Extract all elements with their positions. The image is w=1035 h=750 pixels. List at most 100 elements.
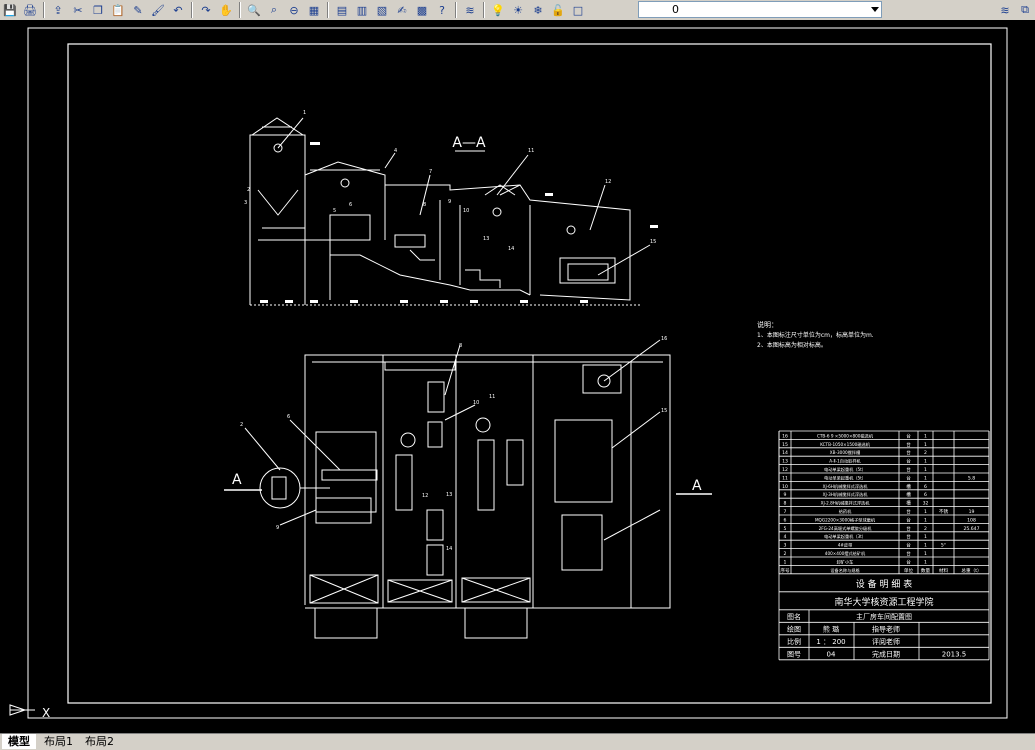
lock-icon[interactable]: 🔓 [548, 1, 568, 19]
design-center-icon[interactable]: ▤ [332, 1, 352, 19]
layer-manager-icon[interactable]: ≋ [460, 1, 480, 19]
note-2: 2、本图标高为相对标高。 [757, 341, 827, 349]
toolbar-separator [43, 2, 45, 18]
tab-layout1[interactable]: 布局1 [38, 734, 79, 749]
brush-icon[interactable]: 🖌 [148, 1, 168, 19]
table-cell: 2 [784, 551, 787, 557]
tab-model[interactable]: 模型 [2, 734, 36, 749]
table-cell: 10 [782, 484, 788, 490]
table-cell: 6 [784, 517, 787, 523]
toolbar-separator [327, 2, 329, 18]
title-block-label: 图号 [787, 650, 801, 658]
svg-text:14: 14 [508, 246, 514, 252]
drawing-svg: A—A 1 2 3 4 5 6 7 8 9 10 11 12 13 14 15 … [9, 27, 1008, 720]
table-cell: 1 [924, 517, 927, 523]
table-cell: 1 [924, 433, 927, 439]
table-cell: XJ-3H机械搅拌式浮选机 [823, 491, 869, 498]
publish-icon[interactable]: ⇪ [48, 1, 68, 19]
sun-icon[interactable]: ☀ [508, 1, 528, 19]
freeze-icon[interactable]: ❄ [528, 1, 548, 19]
svg-text:10: 10 [473, 400, 479, 406]
help-icon[interactable]: ? [432, 1, 452, 19]
redo-icon[interactable]: ↷ [196, 1, 216, 19]
zoom-realtime-icon[interactable]: 🔍 [244, 1, 264, 19]
table-cell: KCTB-1050×1500磁选机 [820, 441, 871, 448]
svg-text:11: 11 [489, 394, 495, 400]
chevron-down-icon[interactable] [871, 7, 879, 12]
table-cell: 台 [906, 558, 911, 565]
title-block-label: 指导老师 [872, 624, 900, 633]
tool-palettes-icon[interactable]: ▥ [352, 1, 372, 19]
table-cell: 单位 [904, 567, 914, 574]
tab-layout2[interactable]: 布局2 [79, 734, 120, 749]
table-cell: 电动单梁起重机（3t） [824, 533, 866, 540]
table-cell: 9 [784, 492, 787, 498]
sheetset-icon[interactable]: ▧ [372, 1, 392, 19]
toolbar-separator [239, 2, 241, 18]
toolbar-separator [483, 2, 485, 18]
notes-heading: 说明： [757, 320, 778, 329]
table-cell: 台 [906, 458, 911, 465]
table-cell: 1 [924, 559, 927, 565]
bulb-icon[interactable]: 💡 [488, 1, 508, 19]
table-cell: A-Ⅱ-1自动取样机 [829, 458, 861, 465]
table-cell: 32 [923, 501, 929, 507]
table-cell: 台 [906, 474, 911, 481]
zoom-previous-icon[interactable]: ⊖ [284, 1, 304, 19]
svg-text:2: 2 [240, 422, 243, 428]
svg-text:14: 14 [446, 546, 452, 552]
cut-icon[interactable]: ✂ [68, 1, 88, 19]
svg-text:13: 13 [446, 492, 452, 498]
table-cell: 1 [924, 543, 927, 549]
svg-text:2: 2 [247, 187, 250, 193]
svg-text:6: 6 [287, 414, 290, 420]
table-cell: 卸矿小车 [837, 558, 854, 565]
svg-text:9: 9 [448, 199, 451, 205]
svg-text:5: 5 [333, 208, 336, 214]
layer-previous-icon[interactable]: ≋ [995, 1, 1015, 19]
pan-icon[interactable]: ✋ [216, 1, 236, 19]
table-cell: 12 [782, 467, 788, 473]
toolbar-separator [455, 2, 457, 18]
svg-text:8: 8 [459, 343, 462, 349]
model-space-canvas[interactable]: A—A 1 2 3 4 5 6 7 8 9 10 11 12 13 14 15 … [0, 20, 1035, 733]
table-cell: 1 [784, 559, 787, 565]
zoom-window-icon[interactable]: ⌕ [264, 1, 284, 19]
table-cell: 1 [924, 534, 927, 540]
table-cell: 1 [924, 551, 927, 557]
title-block-label: 绘图 [787, 624, 801, 633]
markup-icon[interactable]: ✍ [392, 1, 412, 19]
svg-text:16: 16 [661, 336, 667, 342]
table-cell: 15 [782, 442, 788, 448]
svg-text:15: 15 [650, 239, 656, 245]
svg-text:12: 12 [422, 493, 428, 499]
table-cell: 16 [782, 433, 788, 439]
color-square-icon[interactable]: □ [568, 1, 588, 19]
layer-state-icon[interactable]: ⧉ [1015, 1, 1035, 19]
layer-dropdown[interactable]: 0 [638, 1, 882, 18]
plan-view [244, 339, 671, 639]
table-cell: 2 [924, 450, 927, 456]
table-cell: 5° [941, 543, 946, 549]
match-properties-icon[interactable]: ✎ [128, 1, 148, 19]
table-cell: 4 [784, 534, 787, 540]
title-block-value: 主厂房车间配置图 [856, 612, 912, 621]
elevation-level-marks [260, 142, 658, 303]
table-cell: 台 [906, 466, 911, 473]
table-cell: 序号 [780, 567, 790, 574]
calculator-icon[interactable]: ▩ [412, 1, 432, 19]
title-block-label: 评阅老师 [872, 637, 900, 646]
table-cell: 13 [782, 459, 788, 465]
table-cell: CTB-6 9 ×5000×800磁选机 [817, 432, 874, 439]
table-cell: 槽 [906, 500, 911, 507]
table-cell: 材料 [939, 567, 949, 574]
paste-icon[interactable]: 📋 [108, 1, 128, 19]
properties-icon[interactable]: ▦ [304, 1, 324, 19]
table-cell: 台 [906, 516, 911, 523]
save-icon[interactable]: 💾 [0, 1, 20, 19]
table-cell: 6 [924, 484, 927, 490]
print-icon[interactable]: 🖨 [20, 1, 40, 19]
plan-callouts: 2 6 8 9 10 11 12 13 14 15 16 [240, 336, 667, 552]
copy-icon[interactable]: ❐ [88, 1, 108, 19]
undo-icon[interactable]: ↶ [168, 1, 188, 19]
